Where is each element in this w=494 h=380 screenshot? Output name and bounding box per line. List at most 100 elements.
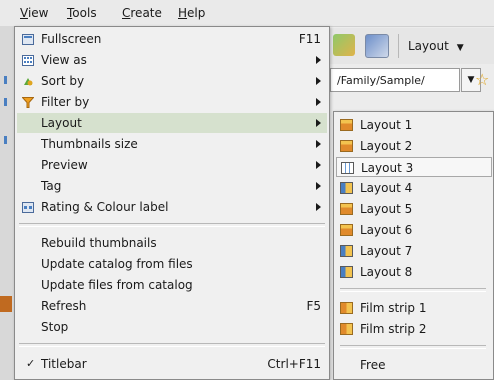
submenu-item-label: Free	[360, 358, 386, 372]
menu-item-label: Layout	[41, 116, 82, 130]
submenu-item-label: Film strip 2	[360, 322, 427, 336]
submenu-item-label: Layout 6	[360, 223, 413, 237]
menu-item-stop[interactable]: Stop	[17, 317, 327, 337]
submenu-item-film-strip-2[interactable]: Film strip 2	[336, 319, 492, 339]
layout-icon	[340, 182, 353, 194]
panel-marker	[4, 76, 7, 84]
menu-item-thumbnails-size[interactable]: Thumbnails size	[17, 134, 327, 154]
layout-icon	[340, 266, 353, 278]
menu-separator	[340, 288, 486, 292]
submenu-item-layout-2[interactable]: Layout 2	[336, 136, 492, 156]
left-panel-edge	[0, 26, 14, 380]
menu-item-label: Sort by	[41, 74, 85, 88]
submenu-item-label: Layout 5	[360, 202, 413, 216]
submenu-item-label: Layout 2	[360, 139, 413, 153]
layout-dropdown-label: Layout	[408, 39, 449, 53]
menu-item-update-catalog[interactable]: Update catalog from files	[17, 254, 327, 274]
filter-icon	[21, 96, 34, 108]
menu-item-rating[interactable]: Rating & Colour label	[17, 197, 327, 217]
film-strip-icon	[340, 302, 353, 314]
submenu-item-layout-3[interactable]: Layout 3	[336, 157, 492, 177]
submenu-item-film-strip-1[interactable]: Film strip 1	[336, 298, 492, 318]
star-icon[interactable]: ☆	[475, 70, 489, 89]
menu-item-label: Rebuild thumbnails	[41, 236, 157, 250]
shortcut-label: F5	[306, 299, 321, 313]
submenu-item-layout-7[interactable]: Layout 7	[336, 241, 492, 261]
image-tool-icon[interactable]	[333, 34, 355, 56]
menu-item-rebuild-thumbnails[interactable]: Rebuild thumbnails	[17, 233, 327, 253]
panel-marker	[4, 98, 7, 106]
menu-item-tag[interactable]: Tag	[17, 176, 327, 196]
shortcut-label: F11	[298, 32, 321, 46]
menu-help[interactable]: Help	[174, 4, 209, 22]
layout-icon	[340, 224, 353, 236]
submenu-arrow-icon	[316, 161, 321, 169]
film-strip-icon	[340, 323, 353, 335]
submenu-item-layout-5[interactable]: Layout 5	[336, 199, 492, 219]
chevron-down-icon: ▼	[456, 43, 464, 53]
menu-item-filter-by[interactable]: Filter by	[17, 92, 327, 112]
submenu-item-label: Film strip 1	[360, 301, 427, 315]
menu-item-label: Refresh	[41, 299, 87, 313]
menu-view[interactable]: View	[16, 4, 52, 22]
menu-item-label: Titlebar	[41, 357, 87, 371]
menu-item-label: Stop	[41, 320, 69, 334]
submenu-item-label: Layout 7	[360, 244, 413, 258]
layout-icon	[341, 162, 354, 174]
menu-item-label: Filter by	[41, 95, 90, 109]
submenu-item-label: Layout 3	[361, 161, 414, 175]
menu-separator	[19, 343, 325, 347]
menu-item-label: Rating & Colour label	[41, 200, 169, 214]
thumbnail-edge	[0, 296, 12, 312]
layout-icon	[340, 140, 353, 152]
submenu-arrow-icon	[316, 140, 321, 148]
layout-submenu: Layout 1 Layout 2 Layout 3 Layout 4 Layo…	[333, 111, 494, 380]
menu-item-sort-by[interactable]: Sort by	[17, 71, 327, 91]
sort-icon	[21, 75, 34, 87]
menu-item-label: Tag	[41, 179, 62, 193]
menu-item-label: Update files from catalog	[41, 278, 193, 292]
submenu-item-layout-4[interactable]: Layout 4	[336, 178, 492, 198]
toolbar: Layout ▼	[330, 28, 494, 64]
menu-item-layout[interactable]: Layout	[17, 113, 327, 133]
view-menu: Fullscreen F11 View as Sort by Filter by…	[14, 26, 330, 380]
rating-icon	[21, 201, 34, 213]
path-field[interactable]: /Family/Sample/	[330, 68, 460, 92]
menu-item-label: Update catalog from files	[41, 257, 193, 271]
submenu-arrow-icon	[316, 119, 321, 127]
checkmark-icon: ✓	[26, 357, 36, 370]
menu-item-label: Thumbnails size	[41, 137, 138, 151]
camera-icon[interactable]	[365, 34, 389, 58]
submenu-item-free[interactable]: Free	[336, 355, 492, 375]
menu-item-refresh[interactable]: Refresh F5	[17, 296, 327, 316]
submenu-item-label: Layout 1	[360, 118, 413, 132]
submenu-item-layout-6[interactable]: Layout 6	[336, 220, 492, 240]
submenu-item-label: Layout 8	[360, 265, 413, 279]
layout-icon	[340, 245, 353, 257]
layout-icon	[340, 119, 353, 131]
layout-dropdown[interactable]: Layout ▼	[408, 35, 464, 57]
submenu-item-layout-1[interactable]: Layout 1	[336, 115, 492, 135]
menu-separator	[340, 345, 486, 349]
menu-item-titlebar[interactable]: ✓ Titlebar Ctrl+F11	[17, 354, 327, 374]
submenu-item-label: Layout 4	[360, 181, 413, 195]
menubar: View Tools Create Help	[0, 0, 494, 27]
submenu-arrow-icon	[316, 182, 321, 190]
submenu-arrow-icon	[316, 203, 321, 211]
menu-item-preview[interactable]: Preview	[17, 155, 327, 175]
menu-item-fullscreen[interactable]: Fullscreen F11	[17, 29, 327, 49]
menu-tools[interactable]: Tools	[63, 4, 101, 22]
submenu-item-layout-8[interactable]: Layout 8	[336, 262, 492, 282]
panel-marker	[4, 136, 7, 144]
menu-create[interactable]: Create	[118, 4, 166, 22]
menu-item-update-files[interactable]: Update files from catalog	[17, 275, 327, 295]
menu-item-label: Fullscreen	[41, 32, 102, 46]
menu-item-label: Preview	[41, 158, 88, 172]
menu-item-view-as[interactable]: View as	[17, 50, 327, 70]
submenu-arrow-icon	[316, 98, 321, 106]
menu-separator	[19, 223, 325, 227]
shortcut-label: Ctrl+F11	[267, 357, 321, 371]
layout-icon	[340, 203, 353, 215]
fullscreen-icon	[21, 33, 34, 45]
toolbar-separator	[398, 34, 399, 58]
